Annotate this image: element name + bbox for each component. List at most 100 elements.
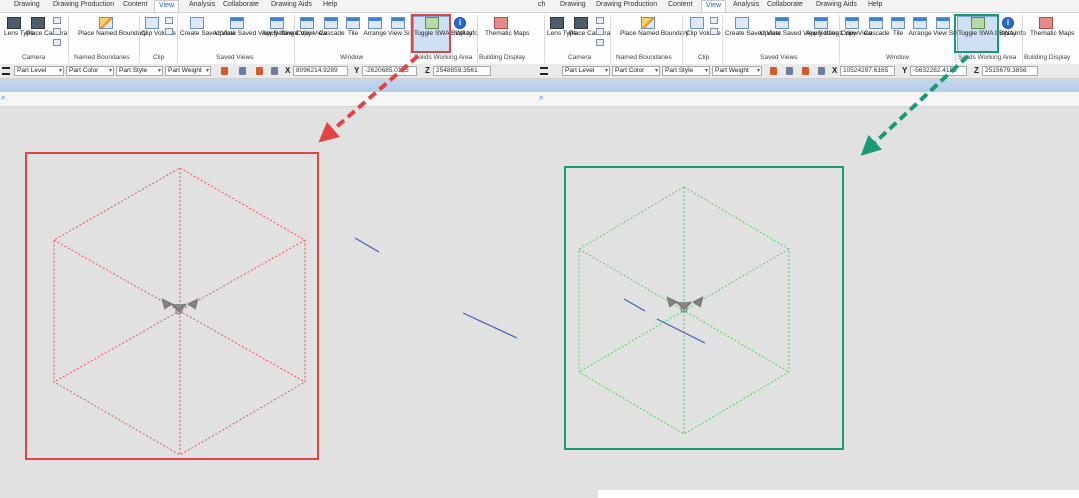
arrange-icon [368, 17, 382, 29]
group-separator [477, 15, 478, 63]
grid-lock-icon[interactable] [256, 67, 263, 75]
tab-drawing-aids[interactable]: Drawing Aids [816, 1, 857, 8]
tab-drawing-production[interactable]: Drawing Production [596, 1, 657, 8]
tile-button[interactable]: Tile [344, 17, 362, 37]
camera-reset-icon[interactable] [596, 39, 604, 46]
thematic-maps-button[interactable]: Thematic Maps [485, 17, 529, 37]
tile-button[interactable]: Tile [889, 17, 907, 37]
clip-clear-icon[interactable] [710, 28, 718, 35]
view-size-button[interactable]: View Size [933, 17, 961, 37]
lens-type-button[interactable]: Lens Type [547, 17, 577, 37]
place-named-boundary-button[interactable]: Place Named Boundary [78, 17, 147, 37]
x-coordinate-field[interactable]: 8096214.9289 [293, 66, 348, 76]
z-coordinate-label: Z [425, 66, 430, 75]
lock-icon[interactable] [221, 67, 228, 75]
cascade-button[interactable]: Cascade [864, 17, 890, 37]
place-camera-button[interactable]: Place Camera [26, 17, 67, 37]
clip-mask-icon[interactable] [165, 17, 173, 24]
pencil-icon [99, 17, 113, 29]
camera-tool-icon[interactable] [596, 17, 604, 24]
swa-info-button[interactable]: SWA Info [999, 17, 1026, 37]
apply-saved-view-button[interactable]: Apply Saved View [806, 17, 858, 37]
part-level-dropdown[interactable]: Part Level [562, 66, 610, 76]
copy-view-button[interactable]: Copy View [296, 17, 327, 37]
snap-icon[interactable] [239, 67, 246, 75]
place-camera-button[interactable]: Place Camera [569, 17, 610, 37]
update-saved-view-settings-button[interactable]: Update Saved View Settings [760, 17, 842, 37]
view-attributes-icon[interactable]: ⌕ [539, 93, 543, 103]
lock-icon[interactable] [770, 67, 777, 75]
tab-drawing-production[interactable]: Drawing Production [53, 1, 114, 8]
toggle-swa-highlight-left [411, 14, 451, 53]
attributes-icon[interactable] [540, 67, 548, 75]
part-weight-dropdown[interactable]: Part Weight [712, 66, 762, 76]
white-overlay [598, 490, 1079, 498]
camera-lens-icon [550, 17, 564, 29]
view-attributes-icon[interactable]: ⌕ [1, 93, 5, 103]
part-weight-dropdown[interactable]: Part Weight [165, 66, 211, 76]
group-separator [839, 15, 840, 63]
thematic-map-icon [1039, 17, 1053, 29]
create-saved-view-button[interactable]: Create Saved View [180, 17, 236, 37]
z-coordinate-field[interactable]: 2548859.3561 [433, 66, 491, 76]
y-coordinate-field[interactable]: -2620685.0125 [362, 66, 417, 76]
attributes-icon[interactable] [2, 67, 10, 75]
swa-info-button[interactable]: SWA Info [451, 17, 478, 37]
tab-help[interactable]: Help [323, 1, 337, 8]
view-title-bar [538, 79, 1079, 92]
saved-view-icon [189, 17, 204, 29]
tab-drawing-aids[interactable]: Drawing Aids [271, 1, 312, 8]
ribbon-tabs: ch Drawing Drawing Production Content Vi… [538, 0, 1079, 14]
clip-volume-button[interactable]: Clip Volume [686, 17, 721, 37]
camera-tool-icon[interactable] [53, 17, 61, 24]
saved-views-group-label: Saved Views [760, 54, 798, 61]
tab-content[interactable]: Content [123, 1, 148, 8]
arrange-button[interactable]: Arrange [363, 17, 387, 37]
window-group-label: Window [886, 54, 910, 61]
part-color-dropdown[interactable]: Part Color [66, 66, 114, 76]
clip-mask-icon[interactable] [710, 17, 718, 24]
z-coordinate-field[interactable]: 2515679.3856 [982, 66, 1038, 76]
camera-settings-icon[interactable] [53, 28, 61, 35]
cascade-button[interactable]: Cascade [319, 17, 345, 37]
update-saved-view-settings-button[interactable]: Update Saved View Settings [215, 17, 297, 37]
part-color-dropdown[interactable]: Part Color [612, 66, 660, 76]
axis-lock-icon[interactable] [271, 67, 278, 75]
copy-view-icon [845, 17, 859, 29]
part-level-dropdown[interactable]: Part Level [14, 66, 64, 76]
part-style-dropdown[interactable]: Part Style [116, 66, 163, 76]
group-separator [682, 15, 683, 63]
view-size-button[interactable]: View Size [388, 17, 416, 37]
tab-analysis[interactable]: Analysis [189, 1, 215, 8]
tab-content[interactable]: Content [668, 1, 693, 8]
tab-analysis[interactable]: Analysis [733, 1, 759, 8]
saved-views-group-label: Saved Views [216, 54, 254, 61]
axis-lock-icon[interactable] [818, 67, 825, 75]
snap-icon[interactable] [786, 67, 793, 75]
x-coordinate-field[interactable]: 10524297.6165 [840, 66, 895, 76]
tab-drawing[interactable]: Drawing [14, 1, 40, 8]
thematic-maps-button[interactable]: Thematic Maps [1030, 17, 1074, 37]
view-size-icon [936, 17, 950, 29]
apply-saved-view-button[interactable]: Apply Saved View [262, 17, 314, 37]
tab-drawing[interactable]: Drawing [560, 1, 586, 8]
clip-volume-button[interactable]: Clip Volume [141, 17, 176, 37]
info-icon [1002, 17, 1014, 29]
clip-group-label: Clip [153, 54, 165, 61]
camera-settings-icon[interactable] [596, 28, 604, 35]
part-style-dropdown[interactable]: Part Style [662, 66, 710, 76]
create-saved-view-button[interactable]: Create Saved View [725, 17, 781, 37]
tab-partial[interactable]: ch [538, 1, 545, 8]
y-coordinate-field[interactable]: -5632282.4185 [910, 66, 967, 76]
camera-reset-icon[interactable] [53, 39, 61, 46]
arrange-button[interactable]: Arrange [908, 17, 932, 37]
tab-help[interactable]: Help [868, 1, 882, 8]
cascade-icon [324, 17, 338, 29]
grid-lock-icon[interactable] [802, 67, 809, 75]
tab-collaborate[interactable]: Collaborate [767, 1, 803, 8]
place-named-boundary-button[interactable]: Place Named Boundary [620, 17, 689, 37]
copy-view-button[interactable]: Copy View [841, 17, 872, 37]
tab-collaborate[interactable]: Collaborate [223, 1, 259, 8]
clip-clear-icon[interactable] [165, 28, 173, 35]
lens-type-button[interactable]: Lens Type [4, 17, 34, 37]
